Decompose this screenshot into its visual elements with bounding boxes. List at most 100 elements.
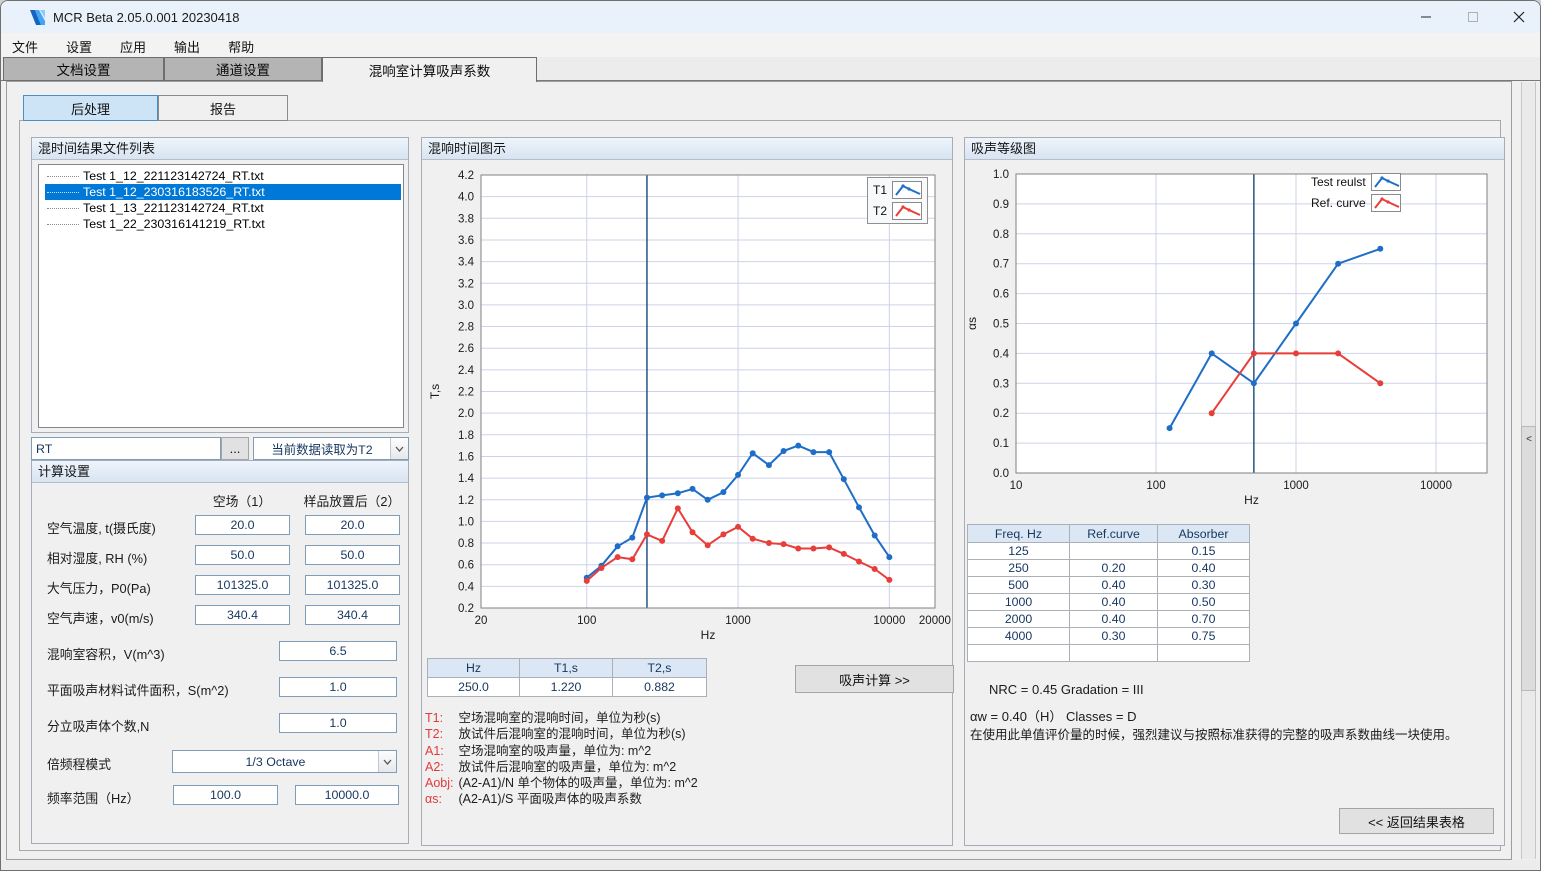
freq-range-high-input[interactable] [295,785,399,805]
single-param-input-1[interactable] [279,677,397,697]
tab-2[interactable]: 混响室计算吸声系数 [322,57,537,82]
svg-text:10000: 10000 [873,615,905,627]
rt-table-header-t2: T2,s [613,659,707,678]
svg-text:0.1: 0.1 [993,438,1009,450]
svg-text:0.6: 0.6 [993,289,1009,301]
note-text: (A2-A1)/S 平面吸声体的吸声系数 [455,792,642,806]
param-input-0-v1[interactable] [195,515,290,535]
legend-label: Test reulst [1311,175,1366,189]
app-window: MCR Beta 2.05.0.001 20230418 文件设置应用输出帮助 … [0,0,1541,871]
collapse-left-icon[interactable]: < [1523,433,1535,447]
rt-chart: 0.20.40.60.81.01.21.41.61.82.02.22.42.62… [423,161,953,653]
svg-text:T,s: T,s [428,384,442,399]
single-param-input-2[interactable] [279,713,397,733]
maximize-icon [1467,11,1479,23]
rt-table-header-hz: Hz [428,659,520,678]
single-param-input-0[interactable] [279,641,397,661]
maximize-button[interactable] [1450,1,1496,33]
param-label-2: 大气压力，P0(Pa) [47,578,151,597]
minimize-icon [1420,11,1432,23]
param-input-0-v2[interactable] [305,515,400,535]
svg-text:0.2: 0.2 [993,408,1009,420]
rt-table-t2-value: 0.882 [613,678,707,697]
browse-button[interactable]: ... [221,437,249,460]
minimize-button[interactable] [1403,1,1449,33]
table-cell: 0.40 [1070,594,1158,611]
subtab-1[interactable]: 报告 [158,95,288,121]
absorption-grade-chart: 0.00.10.20.30.40.50.60.70.80.91.01010010… [966,161,1503,513]
svg-text:10: 10 [1010,480,1023,492]
data-target-combo-value: 当前数据读取为T2 [254,440,390,458]
table-cell: 0.15 [1158,543,1250,560]
param-input-2-v2[interactable] [305,575,400,595]
menu-item-4[interactable]: 帮助 [221,33,261,57]
menu-item-3[interactable]: 输出 [167,33,207,57]
legend-curve-icon [892,202,922,220]
param-input-3-v1[interactable] [195,605,290,625]
svg-text:100: 100 [577,615,596,627]
list-item-file-0[interactable]: Test 1_12_221123142724_RT.txt [45,168,401,184]
table-cell: 125 [968,543,1070,560]
column-header-with-sample: 样品放置后（2） [287,491,417,510]
param-input-1-v1[interactable] [195,545,290,565]
single-param-label-1: 平面吸声材料试件面积，S(m^2) [47,680,229,699]
rt-name-input[interactable] [31,437,221,460]
param-input-3-v2[interactable] [305,605,400,625]
list-item-file-3[interactable]: Test 1_22_230316141219_RT.txt [45,216,401,232]
note-text: 放试件后混响室的吸声量，单位为: m^2 [455,760,676,774]
menu-item-2[interactable]: 应用 [113,33,153,57]
table-cell: 0.70 [1158,611,1250,628]
svg-text:3.0: 3.0 [458,300,474,312]
svg-text:4.0: 4.0 [458,192,474,204]
table-cell: 0.75 [1158,628,1250,645]
svg-text:100: 100 [1146,480,1165,492]
absorption-grade-title: 吸声等级图 [965,138,1504,160]
note-text: (A2-A1)/N 单个物体的吸声量，单位为: m^2 [455,776,698,790]
close-button[interactable] [1496,1,1541,33]
close-icon [1513,11,1525,23]
back-to-results-button[interactable]: << 返回结果表格 [1339,808,1494,834]
param-input-2-v1[interactable] [195,575,290,595]
note-line-1: T2: 放试件后混响室的混响时间，单位为秒(s) [425,726,698,742]
list-item-file-2[interactable]: Test 1_13_221123142724_RT.txt [45,200,401,216]
tab-1[interactable]: 通道设置 [164,57,322,81]
svg-text:0.6: 0.6 [458,560,474,572]
table-cell [968,645,1070,662]
tab-0[interactable]: 文档设置 [3,57,164,81]
tree-connector [47,208,79,209]
svg-text:4.2: 4.2 [458,170,474,182]
chevron-down-icon [390,438,408,459]
svg-text:1.6: 1.6 [458,451,474,463]
rt-chart-panel-title: 混响时间图示 [422,138,952,160]
table-cell: 0.50 [1158,594,1250,611]
svg-text:1.4: 1.4 [458,473,475,485]
table-cell [1070,645,1158,662]
splitter-thumb[interactable] [1521,426,1536,691]
table-cell: 250 [968,560,1070,577]
list-item-file-1[interactable]: Test 1_12_230316183526_RT.txt [45,184,401,200]
svg-text:0.4: 0.4 [993,348,1010,360]
window-title: MCR Beta 2.05.0.001 20230418 [53,10,239,25]
subtab-0[interactable]: 后处理 [23,95,158,121]
menu-item-1[interactable]: 设置 [59,33,99,57]
octave-mode-combo[interactable]: 1/3 Octave [172,750,397,773]
table-cell: 0.40 [1070,577,1158,594]
absorption-calc-button[interactable]: 吸声计算 >> [795,665,954,693]
rt-file-list[interactable]: Test 1_12_221123142724_RT.txtTest 1_12_2… [38,164,404,428]
file-list-panel-title: 混时间结果文件列表 [32,138,408,160]
svg-text:1.0: 1.0 [458,516,474,528]
title-bar: MCR Beta 2.05.0.001 20230418 [1,1,1541,33]
table-cell [1158,645,1250,662]
data-target-combo[interactable]: 当前数据读取为T2 [253,437,409,460]
legend-row: T1 [873,181,922,199]
chevron-down-icon [378,751,396,772]
svg-text:0.7: 0.7 [993,259,1009,271]
octave-mode-value: 1/3 Octave [173,755,378,769]
svg-text:0.2: 0.2 [458,603,474,615]
table-cell [1070,543,1158,560]
freq-range-low-input[interactable] [173,785,278,805]
menu-item-0[interactable]: 文件 [5,33,45,57]
chart1-svg: 0.20.40.60.81.01.21.41.61.82.02.22.42.62… [423,161,953,653]
param-input-1-v2[interactable] [305,545,400,565]
legend-curve-icon [1371,173,1401,191]
